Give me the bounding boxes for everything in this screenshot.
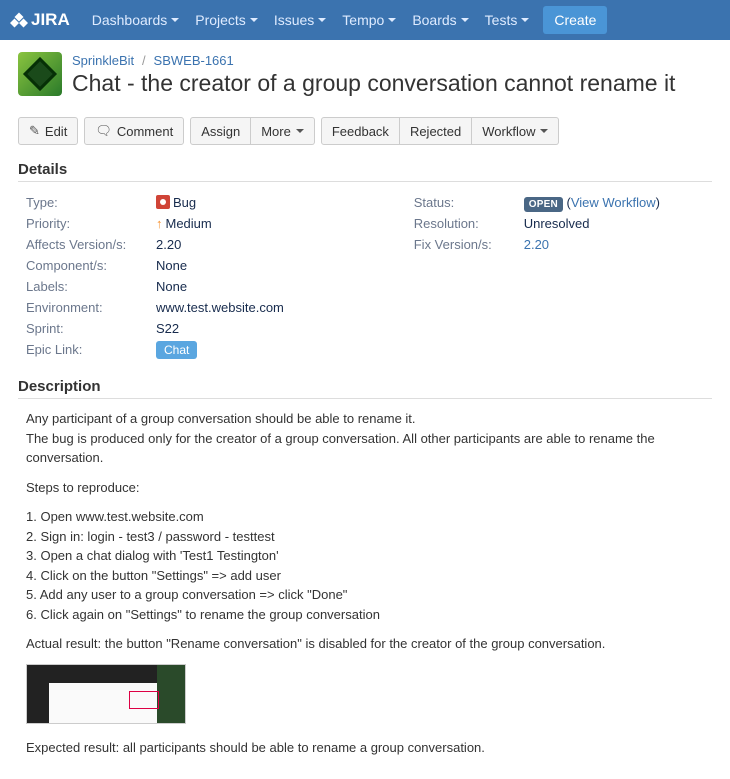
resolution-label: Resolution: bbox=[414, 216, 524, 231]
affects-versions-label: Affects Version/s: bbox=[26, 237, 156, 252]
epic-link-badge[interactable]: Chat bbox=[156, 341, 197, 359]
fix-versions-label: Fix Version/s: bbox=[414, 237, 524, 252]
rejected-button[interactable]: Rejected bbox=[400, 117, 472, 145]
nav-tempo[interactable]: Tempo bbox=[334, 0, 404, 40]
desc-line: Any participant of a group conversation … bbox=[26, 411, 416, 426]
actual-result: Actual result: the button "Rename conver… bbox=[26, 634, 712, 654]
desc-line: 1. Open www.test.website.com bbox=[26, 509, 204, 524]
expected-result: Expected result: all participants should… bbox=[26, 738, 712, 758]
resolution-value: Unresolved bbox=[524, 216, 590, 231]
type-label: Type: bbox=[26, 195, 156, 210]
comment-icon: 🗨 bbox=[95, 123, 112, 139]
breadcrumb-issue-key[interactable]: SBWEB-1661 bbox=[154, 53, 234, 68]
nav-tests[interactable]: Tests bbox=[477, 0, 538, 40]
caret-down-icon bbox=[540, 129, 548, 133]
caret-down-icon bbox=[461, 18, 469, 22]
status-label: Status: bbox=[414, 195, 524, 210]
create-button[interactable]: Create bbox=[543, 6, 607, 34]
view-workflow-link[interactable]: View Workflow bbox=[571, 195, 656, 210]
issue-summary: Chat - the creator of a group conversati… bbox=[72, 70, 712, 97]
caret-down-icon bbox=[521, 18, 529, 22]
environment-label: Environment: bbox=[26, 300, 156, 315]
jira-logo[interactable]: JIRA bbox=[10, 10, 70, 30]
feedback-button[interactable]: Feedback bbox=[321, 117, 400, 145]
details-heading: Details bbox=[18, 161, 712, 182]
priority-value: ↑Medium bbox=[156, 216, 212, 231]
desc-line: 5. Add any user to a group conversation … bbox=[26, 587, 347, 602]
desc-line: The bug is produced only for the creator… bbox=[26, 431, 655, 466]
labels-value: None bbox=[156, 279, 187, 294]
nav-boards[interactable]: Boards bbox=[404, 0, 476, 40]
affects-versions-value: 2.20 bbox=[156, 237, 181, 252]
top-navbar: JIRA Dashboards Projects Issues Tempo Bo… bbox=[0, 0, 730, 40]
caret-down-icon bbox=[171, 18, 179, 22]
priority-up-icon: ↑ bbox=[156, 216, 163, 231]
issue-toolbar: ✎Edit 🗨Comment Assign More Feedback Reje… bbox=[18, 117, 712, 145]
assign-button[interactable]: Assign bbox=[190, 117, 251, 145]
description-body: Any participant of a group conversation … bbox=[18, 409, 712, 757]
logo-text: JIRA bbox=[31, 10, 70, 30]
desc-line: 4. Click on the button "Settings" => add… bbox=[26, 568, 281, 583]
fix-versions-value[interactable]: 2.20 bbox=[524, 237, 549, 252]
nav-issues[interactable]: Issues bbox=[266, 0, 334, 40]
breadcrumb: SprinkleBit / SBWEB-1661 bbox=[72, 52, 712, 68]
epic-link-label: Epic Link: bbox=[26, 342, 156, 357]
components-value: None bbox=[156, 258, 187, 273]
labels-label: Labels: bbox=[26, 279, 156, 294]
comment-button[interactable]: 🗨Comment bbox=[84, 117, 184, 145]
breadcrumb-project[interactable]: SprinkleBit bbox=[72, 53, 134, 68]
bug-icon bbox=[156, 195, 170, 209]
steps-heading: Steps to reproduce: bbox=[26, 478, 712, 498]
project-avatar[interactable] bbox=[18, 52, 62, 96]
pencil-icon: ✎ bbox=[29, 123, 40, 139]
sprint-value: S22 bbox=[156, 321, 179, 336]
desc-line: 2. Sign in: login - test3 / password - t… bbox=[26, 529, 275, 544]
caret-down-icon bbox=[388, 18, 396, 22]
type-value: Bug bbox=[156, 195, 196, 210]
priority-label: Priority: bbox=[26, 216, 156, 231]
edit-button[interactable]: ✎Edit bbox=[18, 117, 78, 145]
environment-value: www.test.website.com bbox=[156, 300, 284, 315]
description-heading: Description bbox=[18, 378, 712, 399]
status-lozenge: OPEN bbox=[524, 197, 563, 212]
workflow-button[interactable]: Workflow bbox=[472, 117, 559, 145]
nav-projects[interactable]: Projects bbox=[187, 0, 266, 40]
nav-dashboards[interactable]: Dashboards bbox=[84, 0, 188, 40]
desc-line: 3. Open a chat dialog with 'Test1 Testin… bbox=[26, 548, 279, 563]
attached-screenshot-thumbnail[interactable] bbox=[26, 664, 186, 724]
caret-down-icon bbox=[250, 18, 258, 22]
sprint-label: Sprint: bbox=[26, 321, 156, 336]
components-label: Component/s: bbox=[26, 258, 156, 273]
desc-line: 6. Click again on "Settings" to rename t… bbox=[26, 607, 380, 622]
caret-down-icon bbox=[296, 129, 304, 133]
breadcrumb-separator: / bbox=[142, 53, 146, 68]
more-button[interactable]: More bbox=[251, 117, 315, 145]
jira-icon bbox=[10, 11, 28, 29]
caret-down-icon bbox=[318, 18, 326, 22]
